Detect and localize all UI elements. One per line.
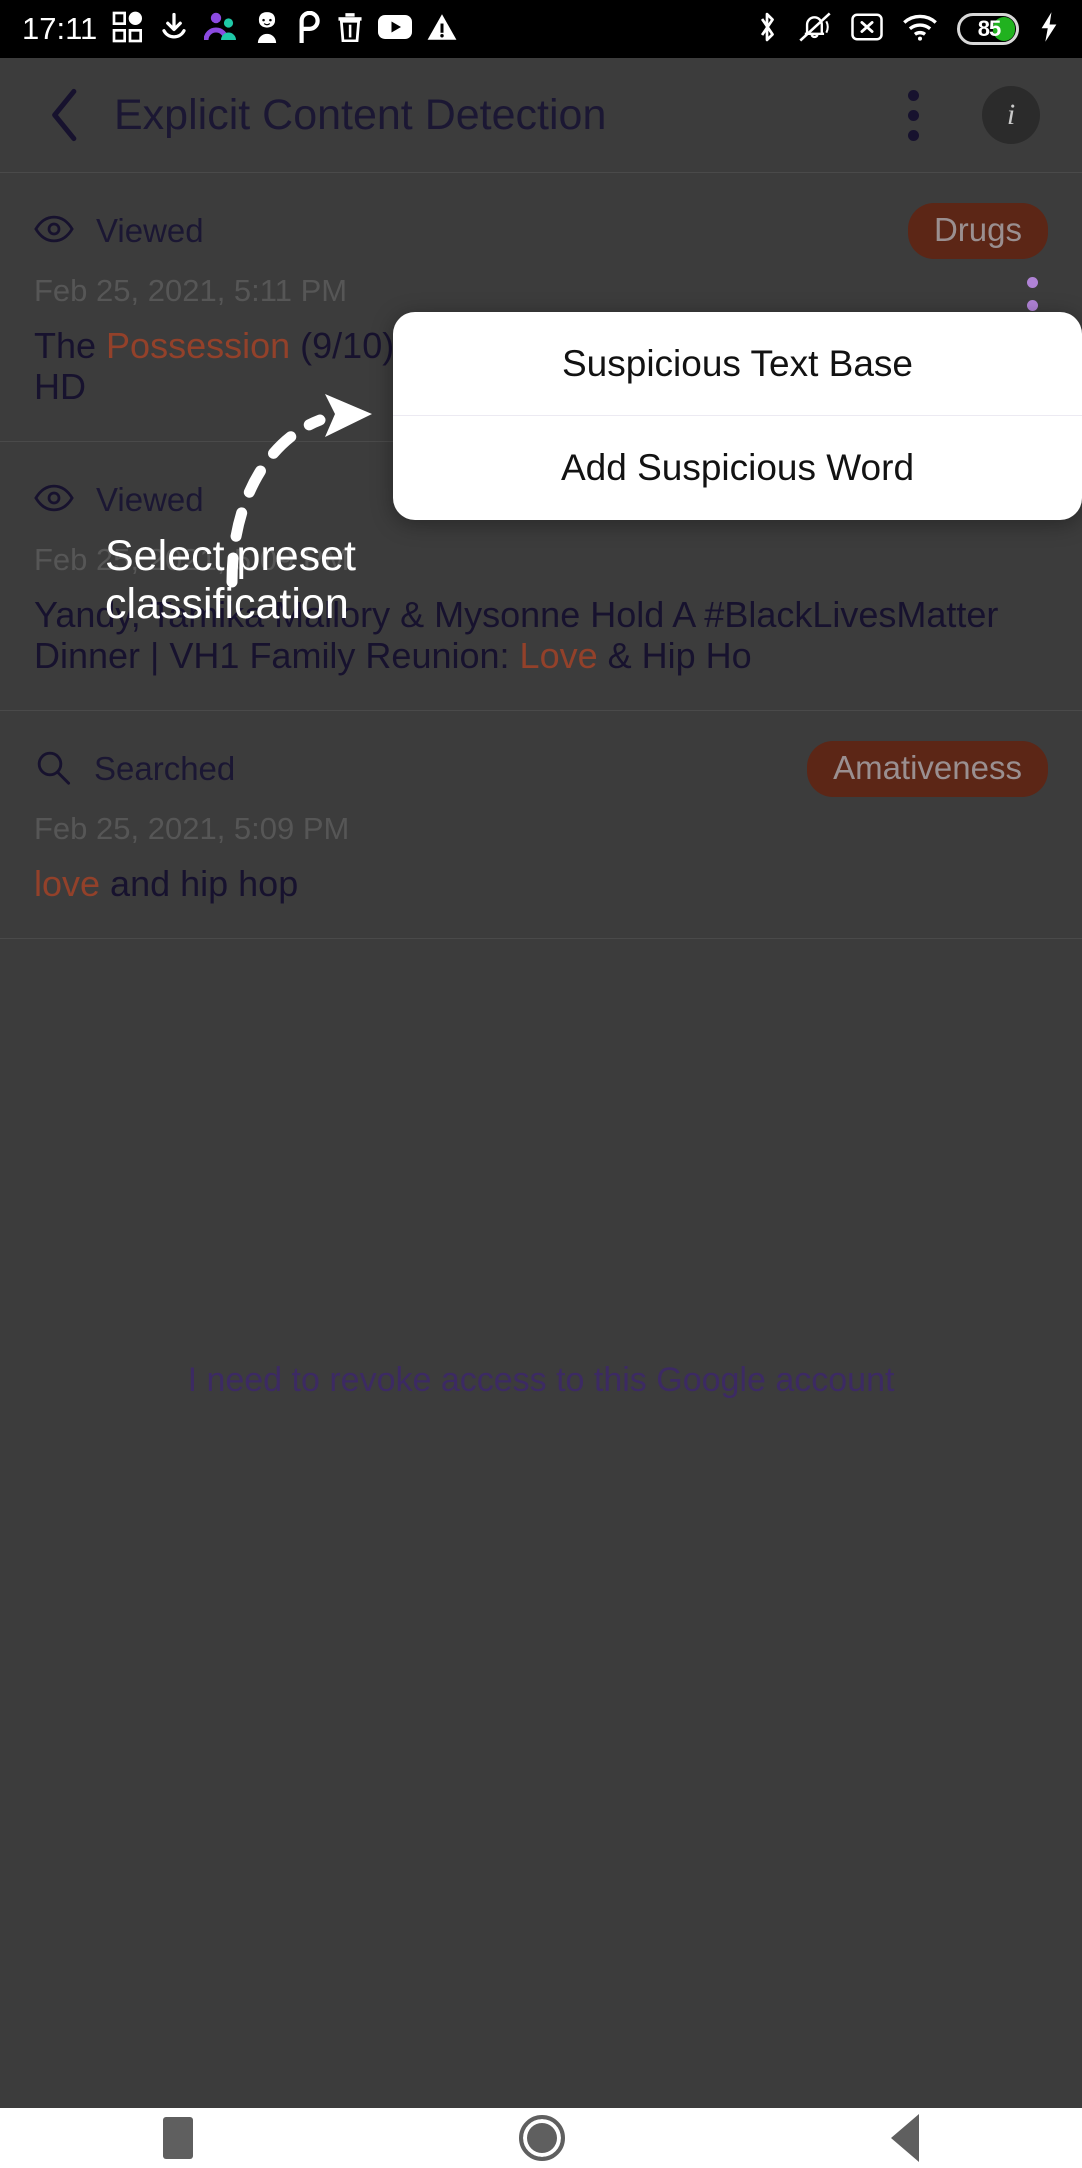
text-fragment: Yandy, Tamika Mallory & Mysonne Hold A #… — [34, 594, 999, 677]
list-item-header: Viewed Drugs — [34, 203, 1048, 259]
status-bar-right: 85 — [755, 11, 1060, 48]
list-item-date: Feb 25, 2021, 5:09 PM — [34, 542, 350, 578]
status-badge[interactable]: Drugs — [907, 203, 1048, 259]
menu-item-add-suspicious-word[interactable]: Add Suspicious Word — [393, 416, 1082, 519]
eye-icon — [34, 484, 74, 517]
contact-avatar-icon — [253, 11, 281, 48]
warning-triangle-icon — [427, 13, 457, 46]
apps-grid-icon — [112, 11, 144, 48]
recents-button[interactable] — [163, 2117, 193, 2159]
back-button[interactable] — [34, 84, 96, 146]
download-icon — [159, 12, 189, 47]
text-fragment: & Hip Ho — [597, 635, 752, 677]
list-item-kind-label: Viewed — [96, 481, 204, 519]
overflow-dot — [1027, 300, 1038, 311]
list-item-date: Feb 25, 2021, 5:09 PM — [34, 811, 350, 847]
overflow-menu-button[interactable] — [882, 78, 944, 152]
highlighted-term: Possession — [106, 325, 291, 366]
home-button[interactable] — [519, 2115, 565, 2161]
overflow-dot — [1027, 277, 1038, 288]
overflow-dot — [907, 109, 919, 121]
context-menu: Suspicious Text Base Add Suspicious Word — [393, 312, 1082, 520]
nav-back-button[interactable] — [891, 2114, 919, 2162]
wifi-icon — [902, 13, 938, 46]
youtube-icon — [378, 14, 413, 45]
list-item-kind-label: Viewed — [96, 212, 204, 249]
overflow-dot — [907, 129, 919, 141]
list-item[interactable]: Searched Amativeness Feb 25, 2021, 5:09 … — [0, 710, 1082, 938]
list-item-kind: Viewed — [34, 212, 204, 250]
android-nav-bar — [0, 2108, 1082, 2168]
status-bar-left: 17:11 — [22, 10, 457, 48]
overflow-dot — [907, 89, 919, 101]
battery-icon: 85 — [957, 13, 1019, 45]
status-bar: 17:11 85 — [0, 0, 1082, 58]
text-fragment: and hip hop — [100, 863, 299, 905]
list-item-text: Yandy, Tamika Mallory & Mysonne Hold A #… — [34, 594, 1014, 676]
info-icon: i — [1006, 98, 1016, 131]
search-icon — [34, 749, 72, 790]
list-empty-space — [0, 938, 1082, 1530]
charging-bolt-icon — [1038, 11, 1060, 48]
list-item-date: Feb 25, 2021, 5:11 PM — [34, 273, 348, 308]
revoke-access-link[interactable]: I need to revoke access to this Google a… — [0, 1361, 1082, 1400]
pinterest-icon — [296, 10, 322, 48]
status-badge[interactable]: Amativeness — [807, 741, 1048, 798]
battery-level: 85 — [977, 16, 1001, 41]
list-item-header: Searched Amativeness — [34, 741, 1048, 798]
list-item-kind: Viewed — [34, 481, 204, 519]
highlighted-term: Love — [519, 635, 598, 677]
mute-bell-icon — [798, 11, 832, 48]
list-item-kind-label: Searched — [94, 750, 236, 788]
eye-icon — [34, 215, 74, 248]
bluetooth-icon — [755, 11, 779, 48]
menu-item-suspicious-text-base[interactable]: Suspicious Text Base — [393, 312, 1082, 415]
page-title: Explicit Content Detection — [114, 90, 607, 139]
trash-icon — [337, 12, 363, 47]
text-fragment: The — [34, 325, 107, 366]
highlighted-term: love — [34, 863, 101, 905]
no-sim-icon — [851, 13, 883, 46]
info-button[interactable]: i — [982, 86, 1040, 144]
app-bar: Explicit Content Detection i — [0, 58, 1082, 172]
clock: 17:11 — [22, 11, 98, 46]
chevron-left-icon — [52, 88, 77, 142]
list-item-kind: Searched — [34, 749, 235, 790]
list-item-text: love and hip hop — [34, 863, 1014, 904]
family-link-icon — [203, 12, 238, 47]
